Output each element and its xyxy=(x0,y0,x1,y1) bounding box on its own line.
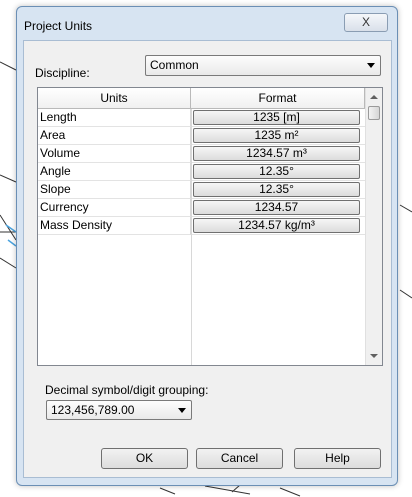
table-row: Volume 1234.57 m³ xyxy=(38,145,365,163)
scroll-thumb[interactable] xyxy=(368,106,380,120)
unit-name-cell: Volume xyxy=(38,145,191,163)
format-button[interactable]: 12.35° xyxy=(193,182,360,197)
scroll-down-arrow-icon xyxy=(370,354,378,358)
format-cell: 12.35° xyxy=(191,181,365,199)
chevron-down-icon xyxy=(178,408,186,413)
format-cell: 1234.57 m³ xyxy=(191,145,365,163)
scroll-down-button[interactable] xyxy=(366,348,382,365)
cancel-button[interactable]: Cancel xyxy=(196,448,283,469)
units-grid: Units Format Length 1235 [m] Area 1235 m… xyxy=(37,87,383,366)
decimal-grouping-select[interactable]: 123,456,789.00 xyxy=(46,400,192,420)
close-button[interactable]: X xyxy=(344,13,388,32)
decimal-grouping-selected-value: 123,456,789.00 xyxy=(51,403,135,417)
format-button[interactable]: 1235 m² xyxy=(193,128,360,143)
column-divider xyxy=(191,109,192,365)
format-cell: 12.35° xyxy=(191,163,365,181)
close-icon: X xyxy=(361,15,370,29)
format-button[interactable]: 12.35° xyxy=(193,164,360,179)
unit-name-cell: Mass Density xyxy=(38,217,191,235)
table-row: Currency 1234.57 xyxy=(38,199,365,217)
help-button[interactable]: Help xyxy=(294,448,381,469)
ok-button[interactable]: OK xyxy=(101,448,188,469)
dialog-client-area: Discipline: Common Units Format Length 1… xyxy=(23,40,392,478)
dialog-title: Project Units xyxy=(24,19,93,33)
vertical-scrollbar[interactable] xyxy=(365,88,382,365)
format-cell: 1234.57 kg/m³ xyxy=(191,217,365,235)
discipline-select[interactable]: Common xyxy=(145,55,381,76)
format-button[interactable]: 1234.57 xyxy=(193,200,360,215)
scroll-up-button[interactable] xyxy=(366,88,382,105)
column-header-format[interactable]: Format xyxy=(191,88,365,109)
project-units-dialog: Project Units X Discipline: Common Units… xyxy=(16,6,398,486)
format-cell: 1235 [m] xyxy=(191,109,365,127)
format-button[interactable]: 1234.57 kg/m³ xyxy=(193,218,360,233)
table-row: Slope 12.35° xyxy=(38,181,365,199)
table-row: Mass Density 1234.57 kg/m³ xyxy=(38,217,365,235)
table-row: Angle 12.35° xyxy=(38,163,365,181)
unit-name-cell: Length xyxy=(38,109,191,127)
grid-header: Units Format xyxy=(38,88,365,109)
format-cell: 1235 m² xyxy=(191,127,365,145)
table-row: Area 1235 m² xyxy=(38,127,365,145)
table-row: Length 1235 [m] xyxy=(38,109,365,127)
discipline-selected-value: Common xyxy=(150,58,199,72)
format-cell: 1234.57 xyxy=(191,199,365,217)
unit-name-cell: Currency xyxy=(38,199,191,217)
scroll-up-arrow-icon xyxy=(370,95,378,99)
discipline-label: Discipline: xyxy=(35,66,90,80)
unit-name-cell: Angle xyxy=(38,163,191,181)
format-button[interactable]: 1234.57 m³ xyxy=(193,146,360,161)
format-button[interactable]: 1235 [m] xyxy=(193,110,360,125)
chevron-down-icon xyxy=(367,63,375,68)
unit-name-cell: Area xyxy=(38,127,191,145)
column-header-units[interactable]: Units xyxy=(38,88,191,109)
unit-name-cell: Slope xyxy=(38,181,191,199)
decimal-grouping-label: Decimal symbol/digit grouping: xyxy=(45,383,209,397)
